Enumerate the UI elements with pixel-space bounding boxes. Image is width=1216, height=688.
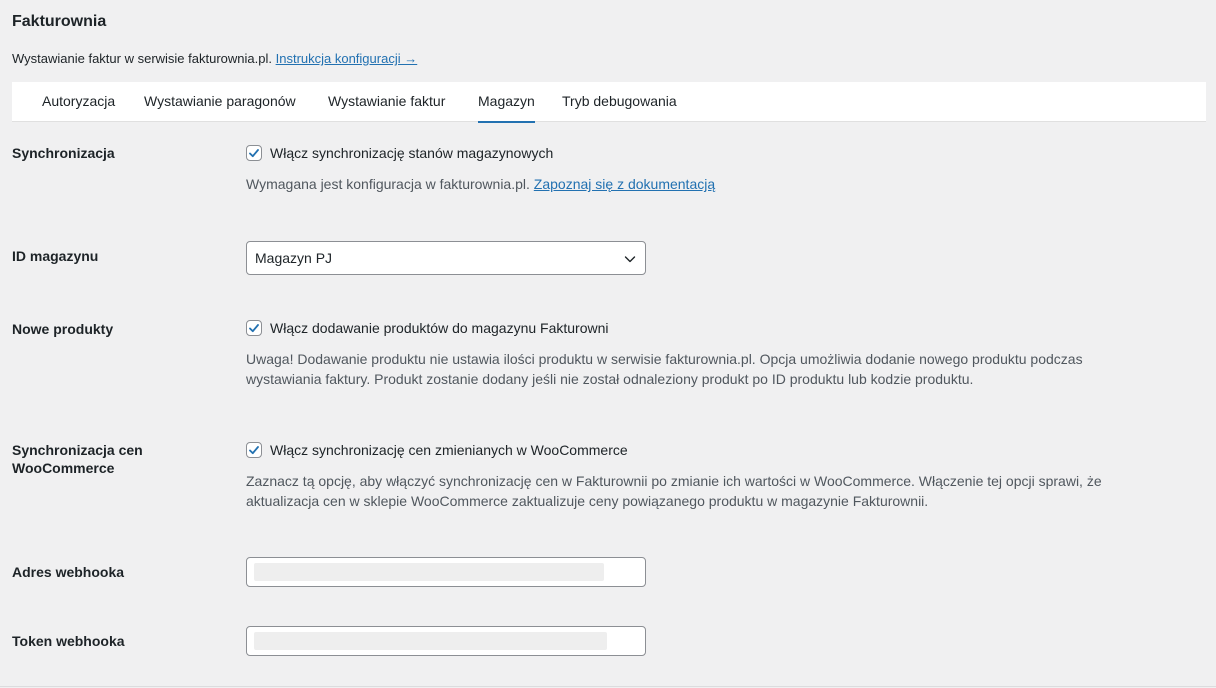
- new-products-checkbox[interactable]: [246, 320, 262, 336]
- checkmark-icon: [249, 324, 259, 333]
- webhook-url-input[interactable]: [246, 557, 646, 587]
- webhook-url-label: Adres webhooka: [12, 564, 125, 580]
- tab-wystawianie-faktur[interactable]: Wystawianie faktur: [328, 82, 445, 122]
- redacted-value: [254, 632, 607, 650]
- webhook-token-input[interactable]: [246, 626, 646, 656]
- sync-description: Wymagana jest konfiguracja w fakturownia…: [246, 174, 1146, 194]
- price-sync-checkbox-row: Włącz synchronizację cen zmienianych w W…: [246, 442, 628, 458]
- sync-checkbox-row: Włącz synchronizację stanów magazynowych: [246, 145, 553, 161]
- intro-text: Wystawianie faktur w serwisie fakturowni…: [12, 51, 417, 66]
- new-products-description: Uwaga! Dodawanie produktu nie ustawia il…: [246, 351, 1083, 387]
- sync-description-text: Wymagana jest konfiguracja w fakturownia…: [246, 176, 530, 192]
- price-sync-description: Zaznacz tą opcję, aby włączyć synchroniz…: [246, 473, 1102, 509]
- tab-wystawianie-paragonow[interactable]: Wystawianie paragonów: [144, 82, 296, 122]
- redacted-value: [254, 563, 604, 581]
- tab-tryb-debugowania[interactable]: Tryb debugowania: [562, 82, 677, 122]
- chevron-down-icon: [624, 256, 636, 263]
- warehouse-id-label: ID magazynu: [12, 248, 99, 264]
- section-divider: [0, 686, 1216, 687]
- config-instructions-link[interactable]: Instrukcja konfiguracji →: [276, 51, 418, 66]
- intro-description: Wystawianie faktur w serwisie fakturowni…: [12, 51, 272, 66]
- warehouse-id-select[interactable]: Magazyn PJ: [246, 241, 646, 275]
- price-sync-checkbox-label[interactable]: Włącz synchronizację cen zmienianych w W…: [270, 442, 628, 458]
- price-sync-checkbox[interactable]: [246, 442, 262, 458]
- price-sync-label: Synchronizacja cen WooCommerce: [12, 442, 143, 476]
- new-products-checkbox-label[interactable]: Włącz dodawanie produktów do magazynu Fa…: [270, 320, 609, 336]
- webhook-token-label: Token webhooka: [12, 633, 125, 649]
- documentation-link[interactable]: Zapoznaj się z dokumentacją: [534, 176, 715, 192]
- warehouse-id-selected-value: Magazyn PJ: [255, 250, 333, 266]
- settings-tabs: Autoryzacja Wystawianie paragonów Wystaw…: [12, 82, 1206, 123]
- new-products-label: Nowe produkty: [12, 321, 114, 337]
- checkmark-icon: [249, 446, 259, 455]
- new-products-checkbox-row: Włącz dodawanie produktów do magazynu Fa…: [246, 320, 609, 336]
- checkmark-icon: [249, 149, 259, 158]
- sync-checkbox[interactable]: [246, 145, 262, 161]
- tab-magazyn[interactable]: Magazyn: [478, 82, 535, 123]
- page-title: Fakturownia: [12, 13, 107, 30]
- sync-checkbox-label[interactable]: Włącz synchronizację stanów magazynowych: [270, 145, 553, 161]
- tab-autoryzacja[interactable]: Autoryzacja: [42, 82, 115, 122]
- sync-label: Synchronizacja: [12, 145, 115, 161]
